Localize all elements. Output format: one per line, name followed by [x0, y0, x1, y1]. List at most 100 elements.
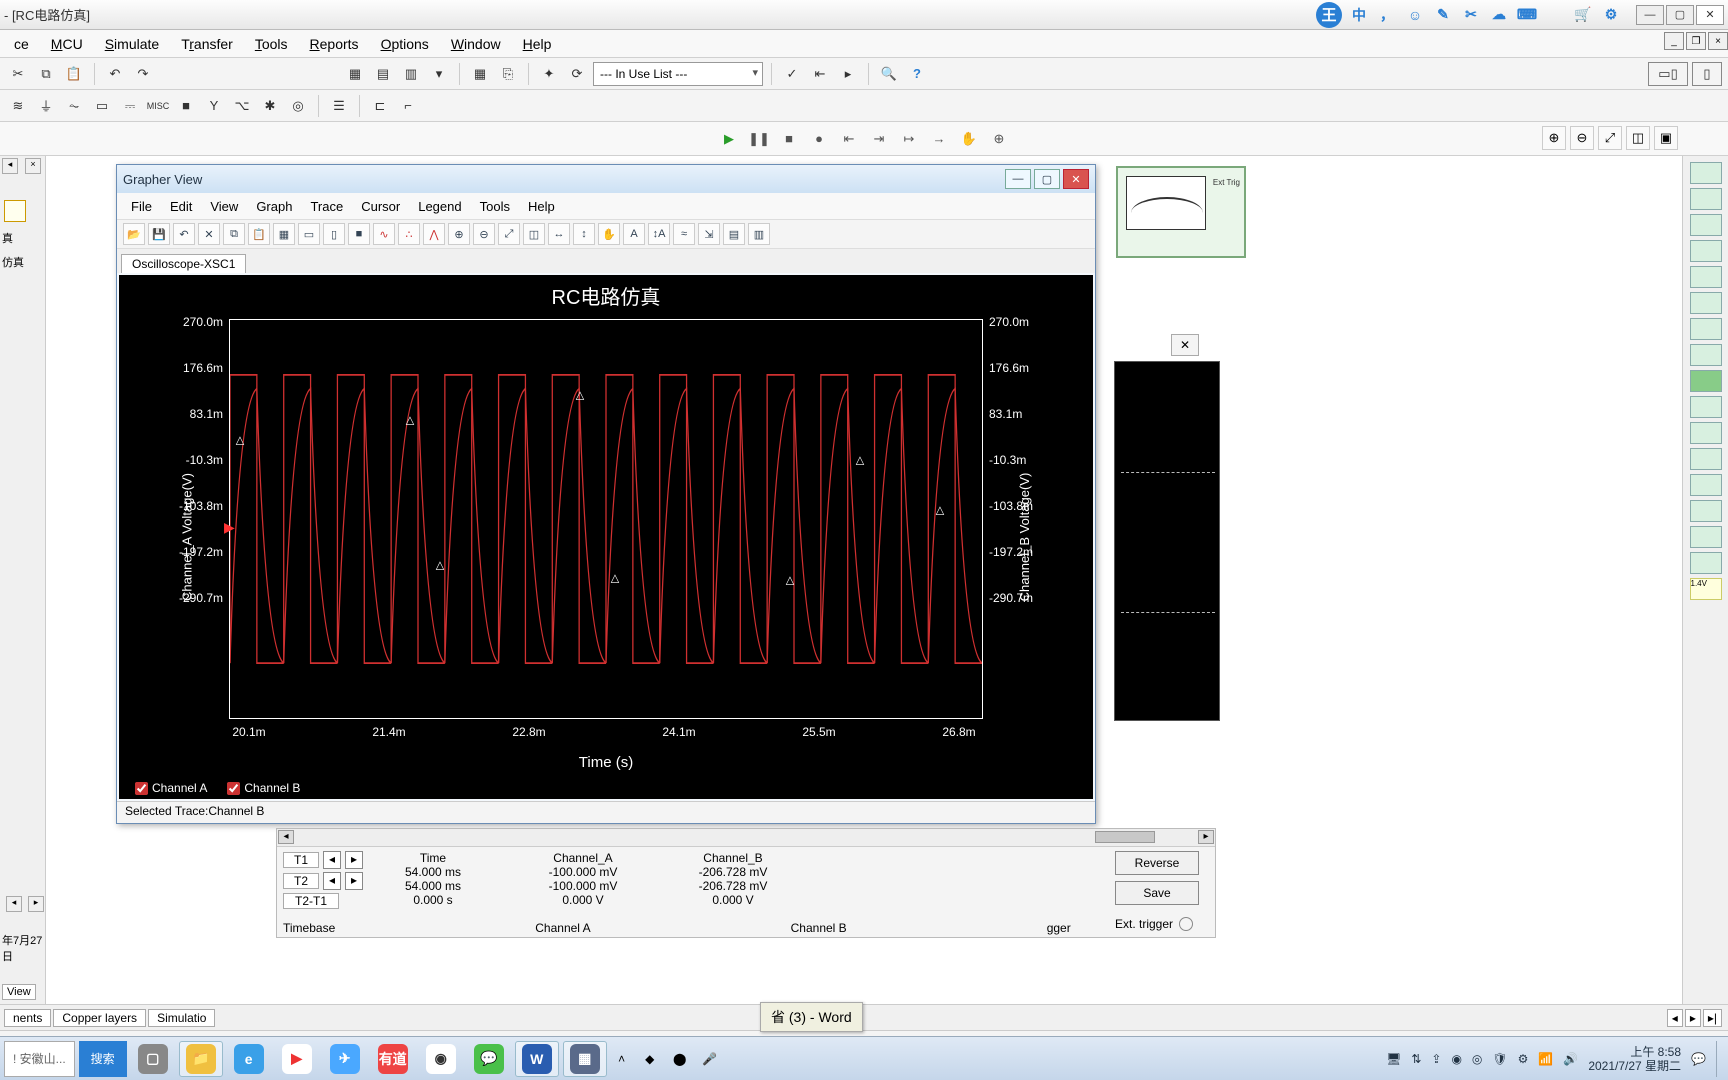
tray-ico4[interactable]: ⚙ — [1518, 1052, 1529, 1066]
stop-button[interactable]: ■ — [777, 127, 801, 151]
inst17-icon[interactable]: 1.4V — [1690, 578, 1722, 600]
comp6-icon[interactable]: MISC — [146, 94, 170, 118]
mdi-restore-button[interactable]: ❐ — [1686, 32, 1706, 50]
g-legend-icon[interactable]: ▭ — [298, 223, 320, 245]
g-zoomx-icon[interactable]: ↔ — [548, 223, 570, 245]
inst16-icon[interactable] — [1690, 552, 1722, 574]
scroll-left-icon[interactable]: ◂ — [278, 830, 294, 844]
multisim-icon[interactable]: ▦ — [563, 1041, 607, 1077]
spark-icon[interactable]: ✦ — [537, 62, 561, 86]
osc-hscrollbar[interactable]: ◂ ▸ — [277, 829, 1215, 847]
g-export1-icon[interactable]: ⇲ — [698, 223, 720, 245]
zoom-out-icon[interactable]: ⊖ — [1570, 126, 1594, 150]
ime-punct-icon[interactable]: ， — [1376, 4, 1398, 26]
g-menu-cursor[interactable]: Cursor — [353, 197, 408, 216]
inst4-icon[interactable] — [1690, 240, 1722, 262]
sheet3-icon[interactable]: ▥ — [399, 62, 423, 86]
dropdown1-icon[interactable]: ▾ — [427, 62, 451, 86]
inst13-icon[interactable] — [1690, 474, 1722, 496]
hnav-left-icon[interactable]: ◂ — [1667, 1009, 1683, 1027]
grapher-tab-xsc1[interactable]: Oscilloscope-XSC1 — [121, 254, 246, 273]
mdi-minimize-button[interactable]: _ — [1664, 32, 1684, 50]
comp4-icon[interactable]: ▭ — [90, 94, 114, 118]
paste-icon[interactable]: 📋 — [62, 62, 86, 86]
ie-icon[interactable]: e — [227, 1041, 271, 1077]
g-menu-file[interactable]: File — [123, 197, 160, 216]
g-zoomarea-icon[interactable]: ◫ — [523, 223, 545, 245]
inst15-icon[interactable] — [1690, 526, 1722, 548]
ime-shop-icon[interactable]: 🛒 — [1572, 4, 1594, 26]
minimize-button[interactable]: — — [1636, 5, 1664, 25]
g-menu-view[interactable]: View — [202, 197, 246, 216]
g-pan-icon[interactable]: ✋ — [598, 223, 620, 245]
zoom-in-icon[interactable]: ⊕ — [1542, 126, 1566, 150]
g-measure-icon[interactable]: ↕A — [648, 223, 670, 245]
tray-ico2[interactable]: ◎ — [1472, 1052, 1482, 1066]
tray-ico3[interactable]: 🛡 — [1492, 1052, 1507, 1066]
explorer-icon[interactable]: 📁 — [179, 1041, 223, 1077]
pin2-icon[interactable]: × — [25, 158, 41, 174]
grapher-close-button[interactable]: ✕ — [1063, 169, 1089, 189]
t2-left-button[interactable]: ◂ — [323, 872, 341, 890]
refresh-icon[interactable]: ⟳ — [565, 62, 589, 86]
menu-window[interactable]: Window — [441, 33, 511, 55]
ime-pen-icon[interactable]: ✎ — [1432, 4, 1454, 26]
help-icon[interactable]: ? — [905, 62, 929, 86]
bus2-icon[interactable]: ⌐ — [396, 94, 420, 118]
g-menu-legend[interactable]: Legend — [410, 197, 469, 216]
g-blackbg-icon[interactable]: ■ — [348, 223, 370, 245]
tray-mic-icon[interactable]: 🎤 — [697, 1041, 723, 1077]
erc-icon[interactable]: ✓ — [780, 62, 804, 86]
cut-icon[interactable]: ✂ — [6, 62, 30, 86]
inst3-icon[interactable] — [1690, 214, 1722, 236]
taskbar-search-button[interactable]: 搜索 — [79, 1041, 127, 1077]
comp3-icon[interactable]: ⏦ — [62, 94, 86, 118]
calendar-icon[interactable]: ▦ — [468, 62, 492, 86]
folder-icon[interactable] — [4, 200, 26, 222]
pause-button[interactable]: ❚❚ — [747, 127, 771, 151]
schematic-canvas[interactable]: Ext Trig ✕ Grapher View — ▢ ✕ File Edit … — [46, 156, 1682, 1004]
cursor-marker-icon[interactable]: ▶ — [224, 519, 235, 536]
inst12-icon[interactable] — [1690, 448, 1722, 470]
reverse-button[interactable]: Reverse — [1115, 851, 1199, 875]
run-button[interactable]: ▶ — [717, 127, 741, 151]
bus1-icon[interactable]: ⊏ — [368, 94, 392, 118]
nav-right-icon[interactable]: ▸ — [28, 896, 44, 912]
tab-nets[interactable]: nents — [4, 1009, 51, 1027]
ime-cloud-icon[interactable]: ☁ — [1488, 4, 1510, 26]
youdao-icon[interactable]: 有道 — [371, 1041, 415, 1077]
tray-volume-icon[interactable]: 🔊 — [1563, 1052, 1578, 1066]
layout-a-icon[interactable]: ▭▯ — [1648, 62, 1688, 86]
maximize-button[interactable]: ▢ — [1666, 5, 1694, 25]
plot-area[interactable]: RC电路仿真 Channel_A Voltage(V) Channel_B Vo… — [119, 275, 1093, 799]
inst14-icon[interactable] — [1690, 500, 1722, 522]
g-delete-icon[interactable]: ✕ — [198, 223, 220, 245]
g-zoomin-icon[interactable]: ⊕ — [448, 223, 470, 245]
youku-icon[interactable]: ▶ — [275, 1041, 319, 1077]
menu-ce[interactable]: ce — [4, 33, 39, 55]
hnav-right-icon[interactable]: ▸ — [1685, 1009, 1701, 1027]
step5-icon[interactable]: ✋ — [957, 127, 981, 151]
g-undo-icon[interactable]: ↶ — [173, 223, 195, 245]
undo-icon[interactable]: ↶ — [103, 62, 127, 86]
record-button[interactable]: ● — [807, 127, 831, 151]
save-button[interactable]: Save — [1115, 881, 1199, 905]
ime-logo-icon[interactable]: 王 — [1316, 2, 1342, 28]
tray-speed-icon[interactable]: ⇅ — [1411, 1052, 1421, 1066]
chrome-icon[interactable]: ◉ — [419, 1041, 463, 1077]
t2-right-button[interactable]: ▸ — [345, 872, 363, 890]
comp1-icon[interactable]: ≋ — [6, 94, 30, 118]
g-trace2-icon[interactable]: ∴ — [398, 223, 420, 245]
tray-expand-icon[interactable]: ˄ — [611, 1041, 633, 1077]
pin1-icon[interactable]: ◂ — [2, 158, 18, 174]
view-tab[interactable]: View — [2, 984, 36, 1000]
comp10-icon[interactable]: ✱ — [258, 94, 282, 118]
g-copy-icon[interactable]: ⧉ — [223, 223, 245, 245]
tray-wifi-icon[interactable]: 📶 — [1538, 1052, 1553, 1066]
tray-ico1[interactable]: ◉ — [1451, 1052, 1461, 1066]
zoom-area-icon[interactable]: ◫ — [1626, 126, 1650, 150]
g-menu-help[interactable]: Help — [520, 197, 563, 216]
ime-keyboard-icon[interactable]: ⌨ — [1516, 4, 1538, 26]
g-export3-icon[interactable]: ▥ — [748, 223, 770, 245]
inst8-icon[interactable] — [1690, 344, 1722, 366]
